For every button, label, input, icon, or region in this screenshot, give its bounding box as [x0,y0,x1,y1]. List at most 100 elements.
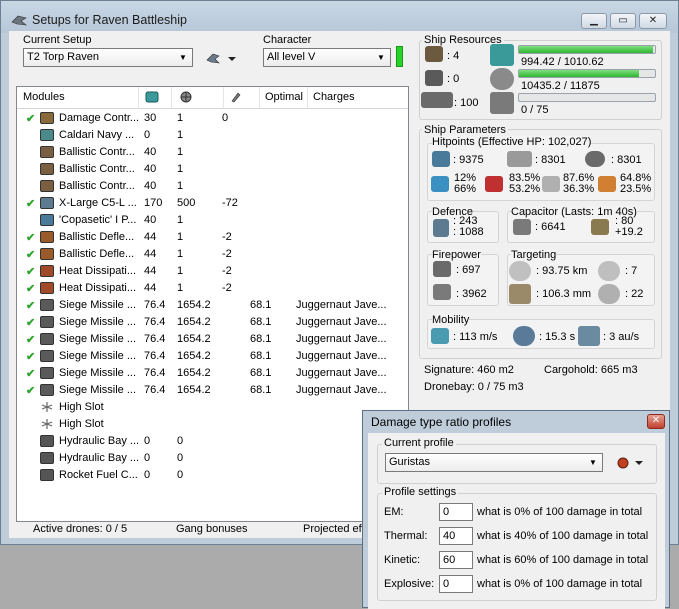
table-row[interactable]: Ballistic Contr... 40 1 [17,144,408,161]
rig-icon [40,435,54,447]
damage-ratio-input[interactable]: 0 [439,575,473,593]
module-powergrid: 1 [177,231,184,243]
warp-speed-icon [578,326,600,346]
module-cpu: 44 [144,265,157,277]
chevron-down-icon: ▼ [377,53,385,62]
table-row[interactable]: Hydraulic Bay ... 0 0 [17,433,408,450]
close-icon: ✕ [651,415,661,426]
table-row[interactable]: ✔ Siege Missile ... 76.4 1654.2 68.1 Juggerna… [17,297,408,314]
module-powergrid: 1 [177,214,184,226]
table-row[interactable]: ✔ Siege Missile ... 76.4 1654.2 68.1 Juggerna… [17,314,408,331]
dps-value: : 697 [456,264,481,276]
table-row[interactable]: Rocket Fuel C... 0 0 [17,467,408,484]
table-row[interactable]: Ballistic Contr... 40 1 [17,178,408,195]
ship-parameters-title: Ship Parameters [422,124,508,136]
app-icon [11,13,27,27]
damage-type-label: Thermal: [384,530,428,542]
enabled-check-icon[interactable]: ✔ [26,112,35,125]
volley-icon [433,284,451,300]
active-drones-status[interactable]: Active drones: 0 / 5 [33,523,127,535]
table-row[interactable]: Ballistic Contr... 40 1 [17,161,408,178]
table-row[interactable]: High Slot [17,399,408,416]
table-row[interactable]: ✔ Damage Contr... 30 1 0 [17,110,408,127]
current-setup-select[interactable]: T2 Torp Raven ▼ [23,48,193,67]
setup-actions-button[interactable] [203,48,243,68]
dps-icon [433,261,451,277]
character-label: Character [263,34,312,46]
dialog-close-button[interactable]: ✕ [647,414,665,429]
module-name: Siege Missile ... [59,299,137,311]
module-cpu: 76.4 [144,333,166,345]
module-cpu: 76.4 [144,367,166,379]
table-row[interactable]: High Slot [17,416,408,433]
shield-extender-icon [40,197,54,209]
module-name: Heat Dissipati... [59,282,137,294]
damage-ratio-description: what is 0% of 100 damage in total [477,578,643,590]
module-cpu: 40 [144,214,157,226]
module-name: Hydraulic Bay ... [59,452,140,464]
table-row[interactable]: ✔ Heat Dissipati... 44 1 -2 [17,263,408,280]
module-optimal: 68.1 [250,367,272,379]
gang-bonuses-status[interactable]: Gang bonuses [176,523,248,535]
module-optimal: 68.1 [250,316,272,328]
enabled-check-icon[interactable]: ✔ [26,299,35,312]
close-button[interactable]: ✕ [639,13,667,29]
table-row[interactable]: Caldari Navy ... 0 1 [17,127,408,144]
module-activation: -2 [222,248,232,260]
enabled-check-icon[interactable]: ✔ [26,367,35,380]
cpu-col-icon[interactable] [144,90,160,107]
maximize-button[interactable]: ▭ [610,13,636,29]
align-time-icon [513,326,535,346]
col-modules[interactable]: Modules [23,91,65,103]
modules-table[interactable]: Modules Optimal Charges ✔ Damage Contr...… [16,86,409,522]
module-cpu: 76.4 [144,350,166,362]
table-row[interactable]: ✔ Siege Missile ... 76.4 1654.2 68.1 Juggerna… [17,348,408,365]
volley-value: : 3962 [456,288,487,300]
module-name: Hydraulic Bay ... [59,435,140,447]
damage-ratio-input[interactable]: 60 [439,551,473,569]
profile-actions-button[interactable] [614,453,648,473]
module-charges: Juggernaut Jave... [296,316,387,328]
activation-col-icon[interactable] [229,90,243,107]
minimize-button[interactable]: ▁ [581,13,607,29]
module-optimal: 68.1 [250,384,272,396]
powergrid-col-icon[interactable] [178,90,194,107]
enabled-check-icon[interactable]: ✔ [26,350,35,363]
col-optimal[interactable]: Optimal [265,91,303,103]
table-row[interactable]: ✔ Heat Dissipati... 44 1 -2 [17,280,408,297]
turret-hardpoints: : 4 [447,50,460,62]
table-row[interactable]: ✔ Ballistic Defle... 44 1 -2 [17,229,408,246]
col-charges[interactable]: Charges [313,91,355,103]
enabled-check-icon[interactable]: ✔ [26,265,35,278]
table-row[interactable]: ✔ Siege Missile ... 76.4 1654.2 68.1 Juggerna… [17,365,408,382]
table-row[interactable]: ✔ Siege Missile ... 76.4 1654.2 68.1 Juggerna… [17,382,408,399]
scan-resolution: : 106.3 mm [536,288,592,300]
empty-slot-icon [40,401,54,413]
module-powergrid: 0 [177,435,184,447]
table-row[interactable]: ✔ Siege Missile ... 76.4 1654.2 68.1 Juggerna… [17,331,408,348]
module-name: Siege Missile ... [59,367,137,379]
module-cpu: 44 [144,282,157,294]
table-row[interactable]: ✔ Ballistic Defle... 44 1 -2 [17,246,408,263]
character-select[interactable]: All level V ▼ [263,48,391,67]
table-row[interactable]: Hydraulic Bay ... 0 0 [17,450,408,467]
profile-select[interactable]: Guristas ▼ [385,453,603,472]
enabled-check-icon[interactable]: ✔ [26,231,35,244]
enabled-check-icon[interactable]: ✔ [26,248,35,261]
damage-ratio-input[interactable]: 40 [439,527,473,545]
enabled-check-icon[interactable]: ✔ [26,282,35,295]
enabled-check-icon[interactable]: ✔ [26,316,35,329]
table-row[interactable]: 'Copasetic' I P... 40 1 [17,212,408,229]
enabled-check-icon[interactable]: ✔ [26,333,35,346]
module-charges: Juggernaut Jave... [296,350,387,362]
projected-effects-status[interactable]: Projected eff [303,523,365,535]
enabled-check-icon[interactable]: ✔ [26,384,35,397]
module-powergrid: 1 [177,180,184,192]
powergrid-icon [490,68,514,90]
table-row[interactable]: ✔ X-Large C5-L ... 170 500 -72 [17,195,408,212]
missile-launcher-icon [40,367,54,379]
enabled-check-icon[interactable]: ✔ [26,197,35,210]
damage-ratio-input[interactable]: 0 [439,503,473,521]
calibration-icon [490,92,514,114]
heat-dissipation-icon [40,265,54,277]
